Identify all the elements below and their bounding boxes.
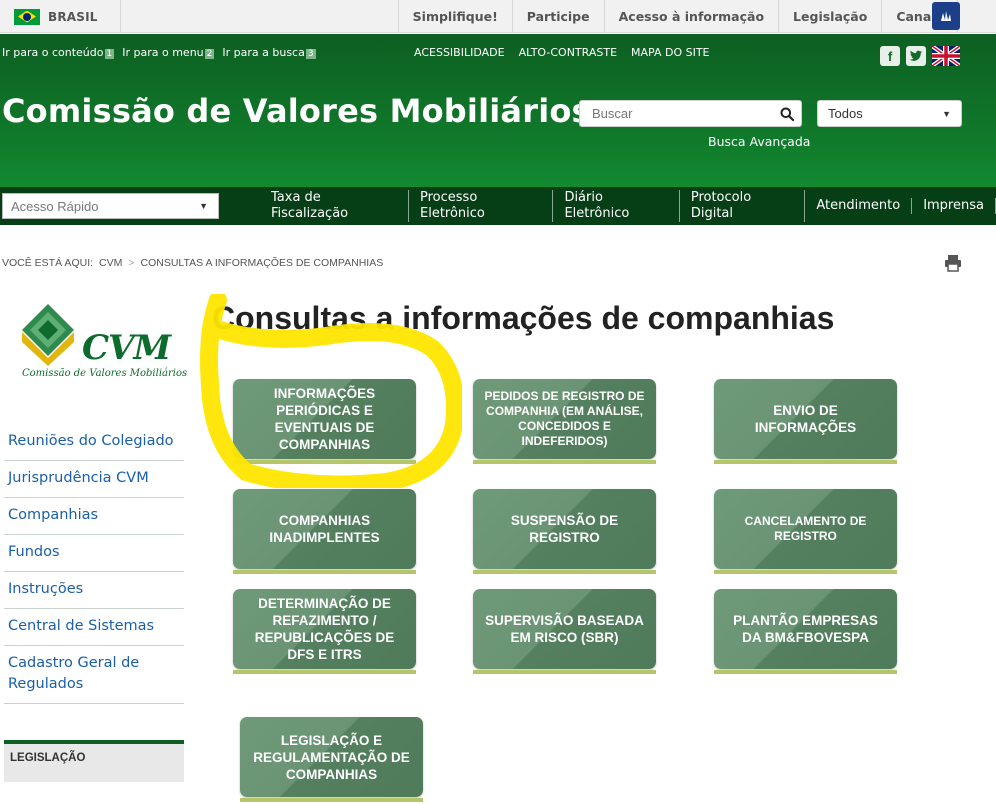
quick-access-select[interactable]: Acesso Rápido ▼ xyxy=(2,193,219,219)
nav-link-processo-eletronico[interactable]: Processo Eletrônico xyxy=(409,190,554,222)
tile-label: PEDIDOS DE REGISTRO DE COMPANHIA (EM ANÁ… xyxy=(473,379,656,459)
quick-access-value: Acesso Rápido xyxy=(11,198,99,214)
sidebar-menu: Reuniões do Colegiado Jurisprudência CVM… xyxy=(4,424,184,704)
yellow-highlight-annotation xyxy=(200,294,462,488)
site-title[interactable]: Comissão de Valores Mobiliários xyxy=(2,92,591,130)
govbar-link-simplifique[interactable]: Simplifique! xyxy=(397,0,512,33)
tile-label: CANCELAMENTO DE REGISTRO xyxy=(714,489,897,569)
tile-underline xyxy=(714,570,897,574)
nav-link-protocolo-digital[interactable]: Protocolo Digital xyxy=(680,190,806,222)
tile-cancelamento-registro[interactable]: CANCELAMENTO DE REGISTRO xyxy=(714,489,897,574)
tile-label: ENVIO DE INFORMAÇÕES xyxy=(714,379,897,459)
site-header: Ir para o conteúdo 1 Ir para o menu 2 Ir p… xyxy=(0,34,996,187)
brasil-label: BRASIL xyxy=(48,9,98,24)
accessibility-link[interactable]: ACESSIBILIDADE xyxy=(414,46,505,59)
sidebar-item-jurisprudencia[interactable]: Jurisprudência CVM xyxy=(4,461,184,498)
twitter-icon[interactable] xyxy=(906,46,926,66)
govbar-link-legislacao[interactable]: Legislação xyxy=(778,0,881,33)
tile-label: LEGISLAÇÃO E REGULAMENTAÇÃO DE COMPANHIA… xyxy=(240,717,423,797)
tile-companhias-inadimplentes[interactable]: COMPANHIAS INADIMPLENTES xyxy=(233,489,416,574)
sidebar-item-central-sistemas[interactable]: Central de Sistemas xyxy=(4,609,184,646)
skip-links: Ir para o conteúdo 1 Ir para o menu 2 Ir p… xyxy=(2,46,316,59)
breadcrumb-item-current: CONSULTAS A INFORMAÇÕES DE COMPANHIAS xyxy=(140,257,384,269)
search-scope-value: Todos xyxy=(828,106,863,121)
tile-envio-informacoes[interactable]: ENVIO DE INFORMAÇÕES xyxy=(714,379,897,464)
sidebar-legislacao-box[interactable]: LEGISLAÇÃO xyxy=(4,740,184,782)
breadcrumb-item-cvm[interactable]: CVM xyxy=(99,257,122,269)
breadcrumb: VOCÊ ESTÁ AQUI: CVM > CONSULTAS A INFORM… xyxy=(2,257,383,269)
cvm-logo[interactable]: CVM Comissão de Valores Mobiliários xyxy=(20,302,187,382)
tile-underline xyxy=(714,670,897,674)
main-nav: Acesso Rápido ▼ Taxa de Fiscalização Pro… xyxy=(0,187,996,225)
nav-link-diario-eletronico[interactable]: Diário Eletrônico xyxy=(553,190,680,222)
tile-pedidos-registro[interactable]: PEDIDOS DE REGISTRO DE COMPANHIA (EM ANÁ… xyxy=(473,379,656,464)
nav-link-atendimento[interactable]: Atendimento xyxy=(805,198,913,214)
tile-label: DETERMINAÇÃO DE REFAZIMENTO / REPUBLICAÇ… xyxy=(233,589,416,669)
brazil-flag-icon xyxy=(14,8,40,25)
sidebar-item-fundos[interactable]: Fundos xyxy=(4,535,184,572)
sidebar-item-cadastro-geral[interactable]: Cadastro Geral de Regulados xyxy=(4,646,184,704)
tile-label: PLANTÃO EMPRESAS DA BM&FBOVESPA xyxy=(714,589,897,669)
tile-underline xyxy=(714,460,897,464)
tile-underline xyxy=(240,798,423,802)
brasil-link[interactable]: BRASIL xyxy=(0,0,121,33)
skip-to-search-link[interactable]: Ir para a busca 3 xyxy=(222,46,316,59)
tile-label: COMPANHIAS INADIMPLENTES xyxy=(233,489,416,569)
tile-underline xyxy=(233,670,416,674)
breadcrumb-prefix: VOCÊ ESTÁ AQUI: xyxy=(2,257,94,269)
advanced-search-link[interactable]: Busca Avançada xyxy=(708,134,810,149)
breadcrumb-separator: > xyxy=(128,257,135,269)
logo-subtitle: Comissão de Valores Mobiliários xyxy=(22,368,188,379)
gov-bar: BRASIL Simplifique! Participe Acesso à i… xyxy=(0,0,996,33)
tile-underline xyxy=(233,570,416,574)
skip-to-content-link[interactable]: Ir para o conteúdo 1 xyxy=(2,46,115,59)
uk-flag-icon[interactable] xyxy=(932,46,960,66)
chevron-down-icon: ▼ xyxy=(942,108,951,119)
print-icon[interactable] xyxy=(944,254,962,272)
tile-legislacao-regulamentacao[interactable]: LEGISLAÇÃO E REGULAMENTAÇÃO DE COMPANHIA… xyxy=(240,717,423,802)
high-contrast-link[interactable]: ALTO-CONTRASTE xyxy=(519,46,617,59)
nav-links: Taxa de Fiscalização Processo Eletrônico… xyxy=(260,187,996,225)
nav-link-taxa-fiscalizacao[interactable]: Taxa de Fiscalização xyxy=(260,190,409,222)
tile-underline xyxy=(473,670,656,674)
search-scope-select[interactable]: Todos ▼ xyxy=(817,100,962,127)
gov-links: Simplifique! Participe Acesso à informaç… xyxy=(397,0,958,33)
sidebar-item-companhias[interactable]: Companhias xyxy=(4,498,184,535)
sidebar-item-instrucoes[interactable]: Instruções xyxy=(4,572,184,609)
tile-supervisao-sbr[interactable]: SUPERVISÃO BASEADA EM RISCO (SBR) xyxy=(473,589,656,674)
cvm-logo-icon xyxy=(22,304,74,366)
search-input[interactable] xyxy=(580,101,773,126)
accessibility-links: ACESSIBILIDADE ALTO-CONTRASTE MAPA DO SI… xyxy=(414,46,710,59)
govbar-link-participe[interactable]: Participe xyxy=(511,0,604,33)
tile-underline xyxy=(473,460,656,464)
tile-underline xyxy=(473,570,656,574)
tile-plantao-empresas[interactable]: PLANTÃO EMPRESAS DA BM&FBOVESPA xyxy=(714,589,897,674)
facebook-icon[interactable]: f xyxy=(880,46,900,66)
nav-link-imprensa[interactable]: Imprensa xyxy=(912,198,996,214)
sidebar-box-title: LEGISLAÇÃO xyxy=(10,752,86,764)
sitemap-link[interactable]: MAPA DO SITE xyxy=(631,46,710,59)
tile-label: SUSPENSÃO DE REGISTRO xyxy=(473,489,656,569)
libras-hand-icon[interactable] xyxy=(932,2,960,30)
social-links: f xyxy=(880,46,960,66)
tile-determinacao-refazimento[interactable]: DETERMINAÇÃO DE REFAZIMENTO / REPUBLICAÇ… xyxy=(233,589,416,674)
tile-suspensao-registro[interactable]: SUSPENSÃO DE REGISTRO xyxy=(473,489,656,574)
logo-wordmark: CVM xyxy=(82,328,171,368)
skip-to-menu-link[interactable]: Ir para o menu 2 xyxy=(122,46,215,59)
govbar-link-acesso-informacao[interactable]: Acesso à informação xyxy=(603,0,778,33)
chevron-down-icon: ▼ xyxy=(199,201,208,211)
tile-label: SUPERVISÃO BASEADA EM RISCO (SBR) xyxy=(473,589,656,669)
search-icon[interactable] xyxy=(773,101,801,126)
search-box xyxy=(579,100,802,127)
sidebar-item-reunioes-colegiado[interactable]: Reuniões do Colegiado xyxy=(4,424,184,461)
